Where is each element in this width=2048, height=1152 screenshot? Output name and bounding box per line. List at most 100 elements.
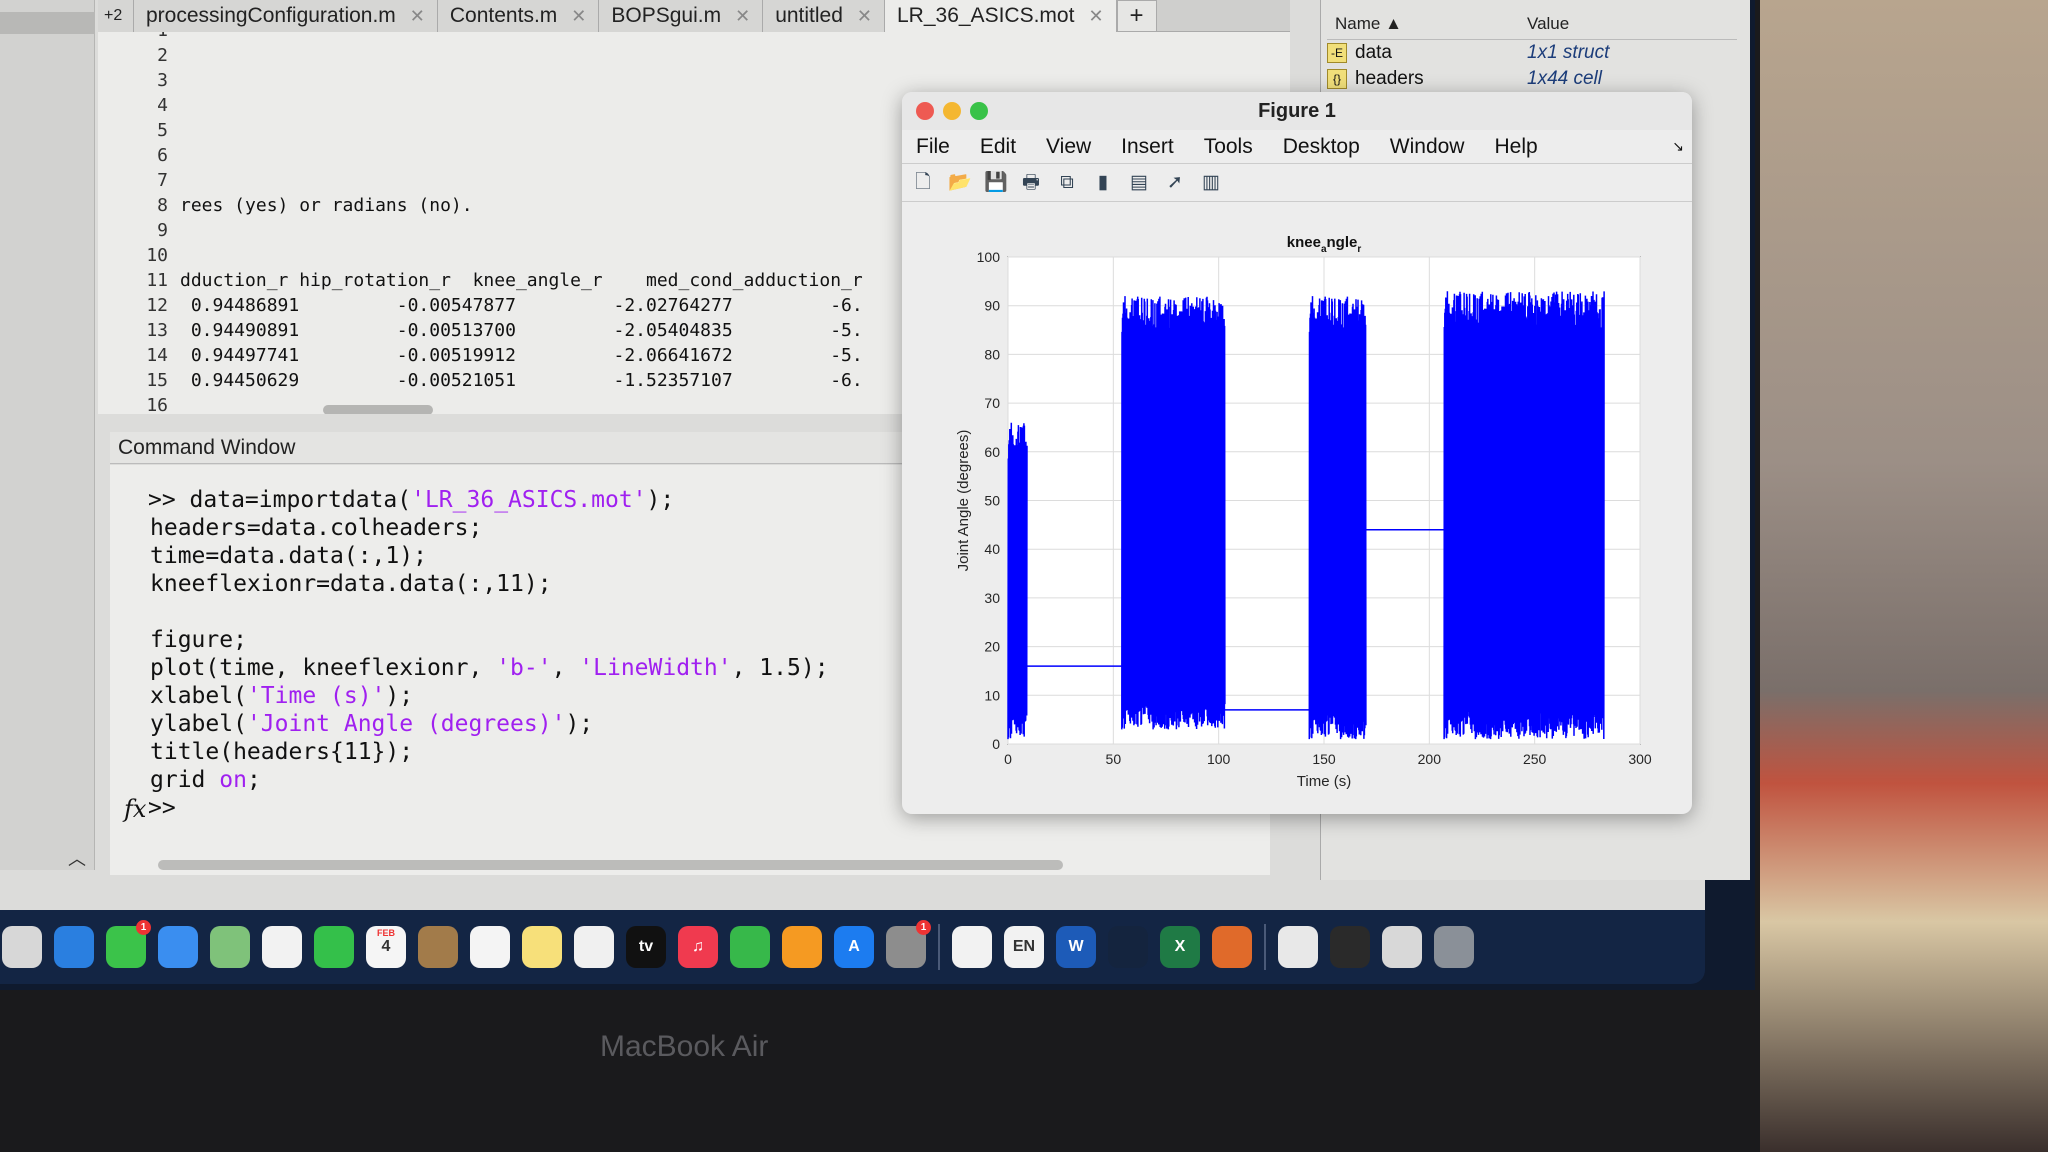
string-literal: 'b-' [496, 655, 552, 681]
function-browser-icon[interactable]: fx [124, 795, 146, 823]
new-figure-icon[interactable]: 🗋 [912, 171, 934, 195]
x-tick-label: 300 [1628, 751, 1652, 767]
contacts-icon[interactable] [418, 926, 458, 968]
line-number: 13 [146, 320, 168, 341]
data-line-oscillation [1121, 296, 1226, 730]
data-line-oscillation [1443, 291, 1605, 740]
struct-icon: -E [1327, 43, 1347, 63]
trash-icon[interactable] [1434, 926, 1474, 968]
tab-label: processingConfiguration.m [146, 4, 396, 27]
save-icon[interactable]: 💾 [984, 171, 1008, 195]
code-text: ); [646, 487, 675, 513]
more-tabs-button[interactable]: +2 [98, 0, 134, 32]
menu-edit[interactable]: Edit [980, 135, 1016, 159]
notes-icon[interactable] [522, 926, 562, 968]
menu-file[interactable]: File [916, 135, 950, 159]
column-name[interactable]: Name ▲ [1335, 14, 1402, 34]
chrome-icon[interactable] [952, 926, 992, 968]
command-line: title(headers{11}); [150, 739, 413, 765]
menu-tools[interactable]: Tools [1204, 135, 1253, 159]
screenshot-icon[interactable] [1330, 926, 1370, 968]
figure-titlebar[interactable]: Figure 1 [902, 92, 1692, 130]
command-line: ylabel('Joint Angle (degrees)'); [150, 711, 593, 737]
system-settings-icon[interactable]: 1 [886, 920, 931, 968]
close-tab-icon[interactable]: ✕ [410, 6, 425, 27]
mail-icon[interactable] [158, 926, 198, 968]
calendar-month: FEB [377, 928, 395, 938]
y-axis-label: Joint Angle (degrees) [955, 430, 972, 572]
close-tab-icon[interactable]: ✕ [1088, 6, 1103, 27]
tab-bopsgui-m[interactable]: BOPSgui.m ✕ [599, 0, 764, 32]
workspace-variable-data[interactable]: -E data 1x1 struct [1327, 40, 1737, 66]
close-tab-icon[interactable]: ✕ [735, 6, 750, 27]
open-icon[interactable]: 📂 [948, 171, 972, 195]
y-tick-label: 80 [984, 346, 1000, 362]
document-icon[interactable] [1278, 926, 1318, 968]
link-icon[interactable]: ⧉ [1056, 171, 1078, 195]
tab-processingconfiguration-m[interactable]: processingConfiguration.m ✕ [134, 0, 438, 32]
figure-toolbar: 🗋 📂 💾 🖶 ⧉ ▮ ▤ ➚ ▥ [902, 164, 1692, 202]
x-tick-label: 50 [1106, 751, 1122, 767]
current-folder-panel: ︿ [0, 0, 95, 870]
line-number: 10 [146, 245, 168, 266]
code-text: title(headers{11}); [150, 739, 414, 765]
tab-label: Contents.m [449, 4, 558, 27]
selected-row[interactable] [0, 12, 95, 34]
property-editor-icon[interactable]: ▥ [1200, 171, 1222, 195]
colorbar-icon[interactable]: ▮ [1092, 171, 1114, 195]
maps-icon[interactable] [210, 926, 250, 968]
pages-icon[interactable] [782, 926, 822, 968]
reminders-icon[interactable] [470, 926, 510, 968]
safari-icon[interactable] [54, 926, 94, 968]
dock-arrow-icon[interactable]: ↘ [1672, 138, 1684, 155]
tv-icon[interactable]: tv [626, 926, 666, 968]
code-line: 0.94490891 -0.00513700 -2.05404835 -5. [180, 320, 863, 341]
close-tab-icon[interactable]: ✕ [571, 6, 586, 27]
new-tab-button[interactable]: + [1116, 0, 1157, 32]
y-tick-label: 40 [984, 541, 1000, 557]
editor-horizontal-scrollbar[interactable] [323, 405, 433, 414]
menu-insert[interactable]: Insert [1121, 135, 1174, 159]
menu-desktop[interactable]: Desktop [1283, 135, 1360, 159]
close-tab-icon[interactable]: ✕ [857, 6, 872, 27]
music-icon[interactable]: ♫ [678, 926, 718, 968]
tab-contents-m[interactable]: Contents.m ✕ [437, 0, 600, 32]
menu-view[interactable]: View [1046, 135, 1091, 159]
title-part: ngle [1327, 234, 1358, 251]
matlab-icon[interactable] [1212, 926, 1252, 968]
dock-icon-label: W [1068, 938, 1084, 955]
command-prompt[interactable]: >> [148, 795, 176, 821]
cell-icon: {} [1327, 69, 1347, 89]
chevron-up-icon[interactable]: ︿ [68, 845, 86, 871]
code-text: ); [385, 683, 414, 709]
menu-help[interactable]: Help [1494, 135, 1537, 159]
word-icon[interactable]: W [1056, 926, 1096, 968]
facetime-icon[interactable] [314, 926, 354, 968]
calendar-icon[interactable]: 4 FEB [366, 926, 406, 968]
menu-window[interactable]: Window [1390, 135, 1465, 159]
launchpad-icon[interactable] [2, 926, 42, 968]
messages-icon[interactable]: 1 [106, 920, 151, 968]
string-literal: 'LineWidth' [579, 655, 732, 681]
command-horizontal-scrollbar[interactable] [158, 860, 1063, 870]
tab-lr-36-asics-mot[interactable]: LR_36_ASICS.mot ✕ [885, 0, 1117, 32]
pointer-icon[interactable]: ➚ [1164, 171, 1186, 195]
app-store-icon[interactable]: A [834, 926, 874, 968]
freeform-icon[interactable] [574, 926, 614, 968]
photos-icon[interactable] [262, 926, 302, 968]
column-value[interactable]: Value [1527, 14, 1569, 34]
tab-untitled[interactable]: untitled ✕ [763, 0, 885, 32]
circle-app-icon[interactable] [1108, 926, 1148, 968]
print-icon[interactable]: 🖶 [1020, 171, 1042, 195]
line-number: 16 [146, 395, 168, 414]
legend-icon[interactable]: ▤ [1128, 171, 1150, 195]
file-icon[interactable] [1382, 926, 1422, 968]
code-text: ylabel( [150, 711, 247, 737]
workspace-variable-headers[interactable]: {} headers 1x44 cell [1327, 66, 1737, 92]
excel-icon[interactable]: X [1160, 926, 1200, 968]
language-en-icon[interactable]: EN [1004, 926, 1044, 968]
numbers-icon[interactable] [730, 926, 770, 968]
variable-name: data [1355, 42, 1392, 63]
line-number: 8 [157, 195, 168, 216]
editor-tabs: +2 processingConfiguration.m ✕ Contents.m ✕ B… [98, 0, 1290, 32]
